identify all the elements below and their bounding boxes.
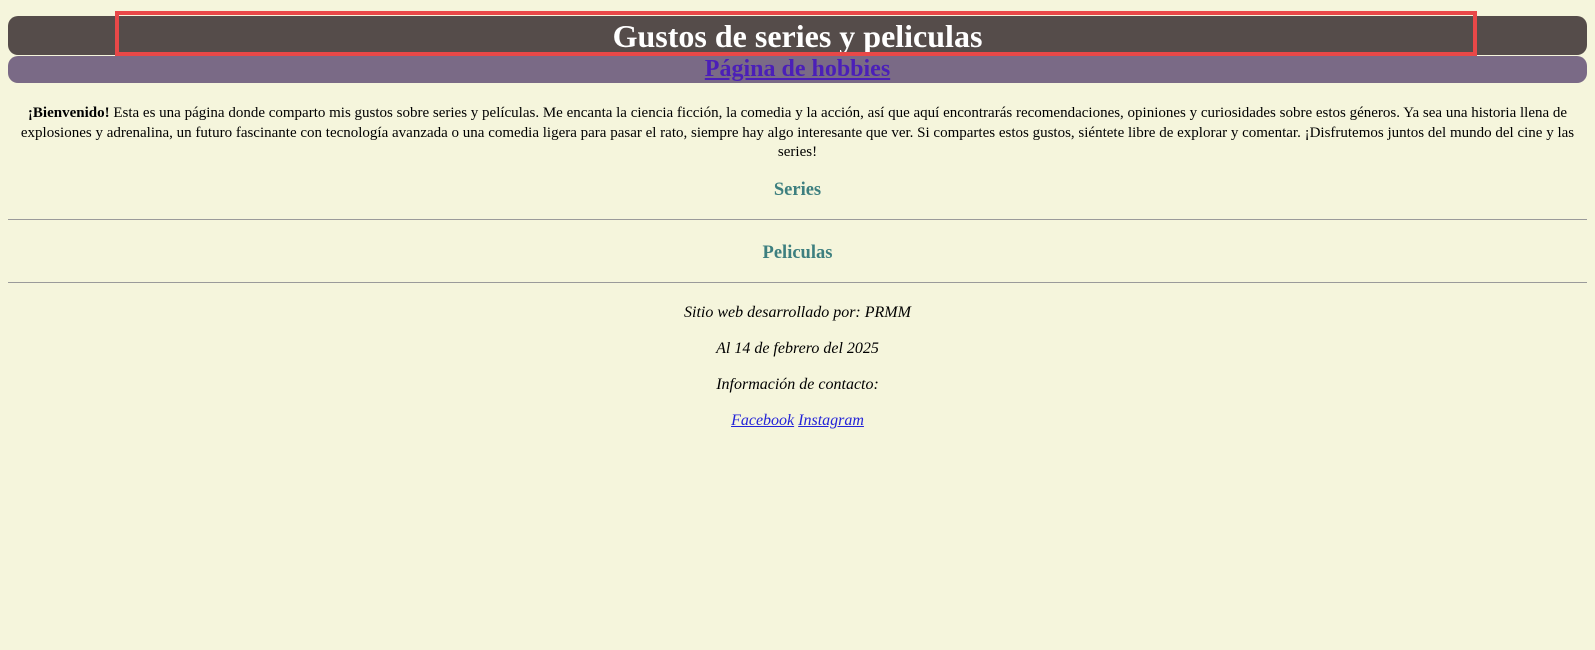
divider (8, 219, 1587, 220)
section-title-peliculas: Peliculas (762, 243, 833, 263)
nav-bar: Página de hobbies (8, 56, 1587, 83)
divider (8, 282, 1587, 283)
welcome-text: ¡Bienvenido! (27, 105, 110, 121)
page-title: Gustos de series y peliculas (612, 18, 983, 54)
facebook-link[interactable]: Facebook (731, 412, 794, 429)
section-title-series: Series (773, 180, 822, 200)
contact-label: Información de contacto: (716, 376, 879, 393)
hobbies-link[interactable]: Página de hobbies (705, 56, 890, 83)
date-text: Al 14 de febrero del 2025 (716, 340, 879, 357)
developer-credit: Sitio web desarrollado por: PRMM (684, 304, 911, 321)
intro-text: Esta es una página donde comparto mis gu… (20, 105, 1575, 160)
social-links: Facebook Instagram (0, 412, 1595, 430)
instagram-link[interactable]: Instagram (798, 412, 864, 429)
intro-paragraph: ¡Bienvenido! Esta es una página donde co… (8, 104, 1587, 163)
